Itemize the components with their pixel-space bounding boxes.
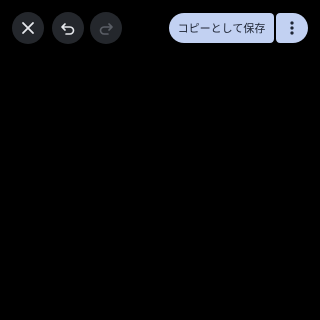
more-options-button[interactable] [276,13,308,43]
image-canvas[interactable] [0,56,320,320]
undo-button[interactable] [52,12,84,44]
editor-screen: コピーとして保存 [0,0,320,320]
top-toolbar: コピーとして保存 [0,0,320,56]
redo-icon [99,23,113,35]
save-as-copy-button[interactable]: コピーとして保存 [169,13,274,43]
save-as-copy-label: コピーとして保存 [177,22,266,35]
close-icon [22,22,34,34]
undo-icon [61,23,75,35]
more-vert-icon [290,21,294,35]
redo-button[interactable] [90,12,122,44]
close-button[interactable] [12,12,44,44]
